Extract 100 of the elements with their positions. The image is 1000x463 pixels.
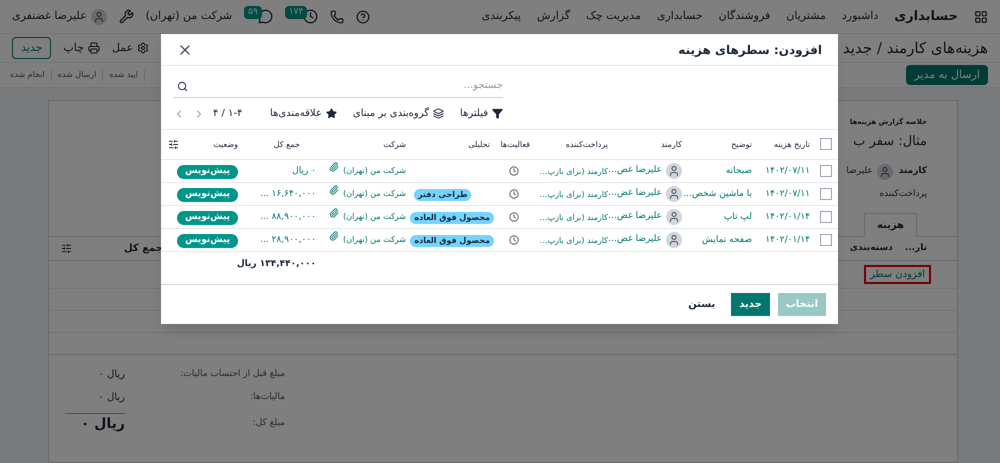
pager-value[interactable]: ۱-۴ / ۴	[213, 106, 242, 121]
send-to-manager-button[interactable]: ارسال به مدیر	[906, 64, 988, 86]
menu-item[interactable]: گزارش	[536, 8, 570, 25]
new-button[interactable]: جدید	[731, 292, 770, 316]
printer-icon	[88, 42, 100, 54]
status-badge: پیش‌نویس	[177, 234, 238, 248]
table-cell: کارمند (برای بازپ…	[540, 236, 608, 244]
table-cell: ۱۴۰۲/۰۷/۱۱	[765, 166, 810, 176]
apps-menu-icon[interactable]	[974, 10, 988, 24]
total-label: مبلغ کل:	[252, 417, 285, 430]
table-cell: شرکت من (تهران)	[343, 188, 406, 200]
search-icon	[177, 81, 188, 92]
column-header[interactable]: تحلیلی	[468, 140, 490, 149]
clock-icon[interactable]	[303, 9, 318, 24]
menu-item[interactable]: مشتریان	[786, 8, 826, 25]
column-header[interactable]: جمع کل	[274, 140, 300, 149]
clock-icon[interactable]	[509, 234, 519, 245]
toolbar-button[interactable]: چاپ	[63, 40, 100, 56]
status-stage[interactable]: ارسال شده	[52, 69, 104, 81]
avatar-icon	[666, 186, 682, 202]
analytic-tag: محصول فوق العاده	[410, 212, 494, 224]
status-stage[interactable]: انجام شده	[4, 69, 52, 81]
table-cell: ۱۴۰۲/۰۷/۱۱	[765, 189, 810, 200]
column-header[interactable]: شرکت	[383, 140, 406, 149]
table-cell: ۱۴۰۲/۰۱/۱۴	[765, 212, 810, 222]
select-all-checkbox[interactable]	[820, 138, 832, 150]
menu-item[interactable]: مدیریت چک	[586, 8, 641, 25]
clock-icon[interactable]	[509, 188, 519, 199]
status-badge: پیش‌نویس	[177, 211, 238, 225]
search-panel-button[interactable]: گروه‌بندی بر مبنای	[352, 106, 444, 121]
total-value: ریال ۰	[65, 413, 125, 435]
help-icon[interactable]	[356, 10, 370, 24]
row-checkbox[interactable]	[820, 188, 832, 200]
footer-total: ۱۳۴,۴۴۰,۰۰۰ ریال	[236, 259, 316, 269]
paperclip-icon[interactable]	[329, 231, 340, 241]
avatar-icon	[90, 8, 107, 24]
table-cell-text: علیرضا غض…	[608, 233, 662, 244]
count-badge: ۵۹	[244, 6, 262, 20]
row-checkbox[interactable]	[820, 164, 832, 177]
toolbar-button[interactable]: عمل	[112, 40, 150, 56]
table-cell: ۱۶,۶۴۰,۰۰۰ ...	[260, 189, 316, 200]
breadcrumb-title: هزینه‌های کارمند / جدید	[842, 38, 988, 59]
total-value: ریال ۰	[98, 391, 125, 405]
optional-columns-icon[interactable]	[168, 138, 179, 150]
menu-item[interactable]: حسابداری	[656, 8, 703, 25]
search-field[interactable]: جستجو...	[173, 74, 503, 98]
paperclip-icon[interactable]	[329, 162, 340, 172]
analytic-tag: طراحی دفتر	[414, 188, 472, 200]
field-value[interactable]: علیرضا	[846, 164, 873, 178]
table-cell-text: علیرضا غض…	[608, 164, 662, 176]
chat-icon[interactable]	[258, 9, 273, 24]
paperclip-icon[interactable]	[329, 185, 340, 195]
avatar-icon	[666, 232, 682, 248]
column-header[interactable]: فعالیت‌ها	[500, 140, 530, 149]
total-label: مالیات‌ها:	[250, 390, 285, 404]
app-name[interactable]: حسابداری	[894, 6, 958, 26]
status-badge: پیش‌نویس	[177, 165, 238, 179]
table-cell: ۰ ریال	[292, 166, 316, 176]
phone-icon[interactable]	[330, 10, 344, 24]
column-header: دسته‌بندی	[850, 242, 893, 255]
filter-icon	[492, 108, 503, 119]
row-checkbox[interactable]	[820, 210, 832, 223]
settings-icon	[137, 42, 150, 54]
user-menu[interactable]: علیرضا غضنفری	[12, 8, 87, 25]
column-header[interactable]: تاریخ هزینه	[774, 140, 810, 149]
search-panel-button[interactable]: فیلترها	[460, 106, 503, 121]
analytic-tag: محصول فوق العاده	[410, 234, 494, 246]
add-line-link[interactable]: افزودن سطر	[864, 265, 931, 284]
table-cell-text: علیرضا غض…	[608, 187, 662, 198]
tools-icon[interactable]	[118, 9, 134, 24]
table-cell: کارمند (برای بازپ…	[540, 190, 608, 198]
table-cell: ۲۸,۹۰۰,۰۰۰ ...	[260, 235, 316, 246]
column-header[interactable]: توضیح	[731, 140, 752, 149]
table-cell: با ماشین شخص…	[682, 189, 752, 200]
form-tab[interactable]: هزینه	[864, 213, 917, 237]
clock-icon[interactable]	[509, 212, 519, 222]
new-button[interactable]: جدید	[12, 36, 52, 60]
menu-item[interactable]: فروشندگان	[718, 8, 770, 25]
total-value: ریال ۰	[98, 368, 125, 382]
column-header[interactable]: کارمند	[660, 140, 682, 149]
company-switcher[interactable]: شرکت من (تهران)	[146, 8, 232, 25]
paperclip-icon[interactable]	[329, 208, 340, 218]
close-text-button[interactable]: بستن	[680, 292, 724, 316]
column-header[interactable]: وضعیت	[213, 140, 238, 149]
table-cell: صفحه نمایش	[702, 235, 752, 246]
table-cell: کارمند (برای بازپ…	[540, 166, 608, 176]
menu-item[interactable]: پیکربندی	[482, 8, 521, 25]
avatar-icon	[666, 209, 682, 225]
column-header[interactable]: پرداخت‌کننده	[566, 140, 608, 149]
star-icon	[326, 108, 337, 119]
clock-icon[interactable]	[509, 166, 519, 176]
field-label: کارمند	[898, 164, 927, 178]
column-header: تار...	[904, 242, 927, 255]
table-cell: شرکت من (تهران)	[343, 211, 406, 223]
status-stage[interactable]: ایید شده	[103, 69, 146, 81]
row-checkbox[interactable]	[820, 234, 832, 246]
search-panel-button[interactable]: علاقه‌مندی‌ها	[270, 106, 337, 121]
total-label: مبلغ قبل از احتساب مالیات:	[180, 368, 285, 381]
menu-item[interactable]: داشبورد	[842, 8, 878, 25]
table-cell: لپ تاپ	[724, 212, 752, 222]
